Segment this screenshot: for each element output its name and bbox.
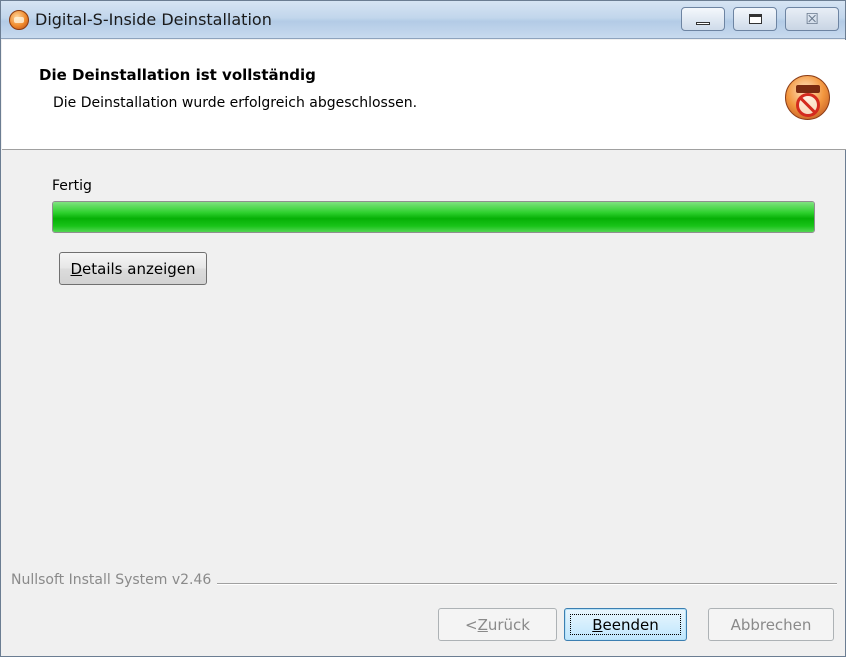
back-mnemonic: Z xyxy=(477,615,488,634)
maximize-icon xyxy=(748,14,762,24)
branding-text: Nullsoft Install System v2.46 xyxy=(11,572,218,588)
maximize-button[interactable] xyxy=(733,7,777,31)
progress-fill xyxy=(53,202,814,232)
cancel-button[interactable]: Abbrechen xyxy=(708,608,834,641)
wizard-header: Die Deinstallation ist vollständig Die D… xyxy=(2,40,846,150)
window-title: Digital-S-Inside Deinstallation xyxy=(35,10,272,29)
back-prefix: < xyxy=(465,615,478,634)
details-mnemonic: D xyxy=(70,259,83,278)
cancel-label: Abbrechen xyxy=(730,615,812,634)
finish-button[interactable]: Beenden xyxy=(564,608,687,641)
minimize-button[interactable] xyxy=(681,7,725,31)
page-title: Die Deinstallation ist vollständig xyxy=(39,66,316,84)
show-details-button[interactable]: Details anzeigen xyxy=(59,252,207,285)
minimize-icon xyxy=(696,21,710,25)
prohibited-sign-icon xyxy=(796,93,820,117)
details-label: etails anzeigen xyxy=(82,259,196,278)
close-button[interactable]: ☒ xyxy=(785,7,839,31)
focus-rectangle xyxy=(570,614,681,635)
close-icon: ☒ xyxy=(805,9,819,28)
page-subtitle: Die Deinstallation wurde erfolgreich abg… xyxy=(53,95,418,111)
uninstall-disc-icon xyxy=(785,75,830,120)
disc-label xyxy=(796,85,820,93)
progress-bar xyxy=(52,201,815,233)
status-label: Fertig xyxy=(52,178,92,194)
back-label: urück xyxy=(487,615,530,634)
back-button[interactable]: < Zurück xyxy=(438,608,557,641)
uninstaller-window: Digital-S-Inside Deinstallation ☒ Die De… xyxy=(0,0,846,657)
title-bar[interactable]: Digital-S-Inside Deinstallation ☒ xyxy=(1,1,845,39)
installer-disc-icon[interactable] xyxy=(9,10,29,30)
